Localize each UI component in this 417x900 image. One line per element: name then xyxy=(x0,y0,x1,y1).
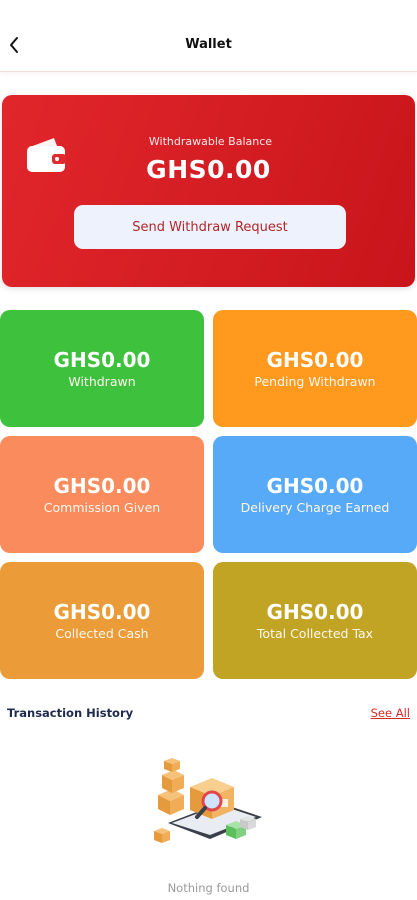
balance-amount: GHS0.00 xyxy=(146,155,271,184)
stat-label: Withdrawn xyxy=(68,373,136,389)
stat-card-collected-cash[interactable]: GHS0.00 Collected Cash xyxy=(0,562,204,679)
stat-label: Collected Cash xyxy=(55,625,149,641)
balance-label: Withdrawable Balance xyxy=(148,135,273,148)
stat-amount: GHS0.00 xyxy=(266,473,364,498)
stat-amount: GHS0.00 xyxy=(266,347,364,372)
stat-card-withdrawn[interactable]: GHS0.00 Withdrawn xyxy=(0,310,204,427)
stat-amount: GHS0.00 xyxy=(53,599,151,624)
stat-label: Pending Withdrawn xyxy=(254,373,376,389)
stat-card-total-collected-tax[interactable]: GHS0.00 Total Collected Tax xyxy=(213,562,417,679)
app-bar: Wallet xyxy=(0,0,417,72)
page-title: Wallet xyxy=(185,37,232,52)
stat-amount: GHS0.00 xyxy=(53,473,151,498)
withdrawable-balance-card: Withdrawable Balance GHS0.00 Send Withdr… xyxy=(2,95,415,287)
empty-boxes-illustration xyxy=(154,758,262,843)
stat-label: Commission Given xyxy=(43,499,161,515)
stat-amount: GHS0.00 xyxy=(266,599,364,624)
stat-label: Delivery Charge Earned xyxy=(240,499,390,515)
stat-label: Total Collected Tax xyxy=(256,625,374,641)
send-withdraw-request-button[interactable]: Send Withdraw Request xyxy=(74,205,346,249)
see-all-link[interactable]: See All xyxy=(371,706,410,720)
stat-card-delivery-charge-earned[interactable]: GHS0.00 Delivery Charge Earned xyxy=(213,436,417,553)
stat-amount: GHS0.00 xyxy=(53,347,151,372)
stat-card-commission-given[interactable]: GHS0.00 Commission Given xyxy=(0,436,204,553)
transaction-history-heading: Transaction History xyxy=(7,706,134,720)
stat-card-pending-withdrawn[interactable]: GHS0.00 Pending Withdrawn xyxy=(213,310,417,427)
empty-state-text: Nothing found xyxy=(167,881,250,895)
